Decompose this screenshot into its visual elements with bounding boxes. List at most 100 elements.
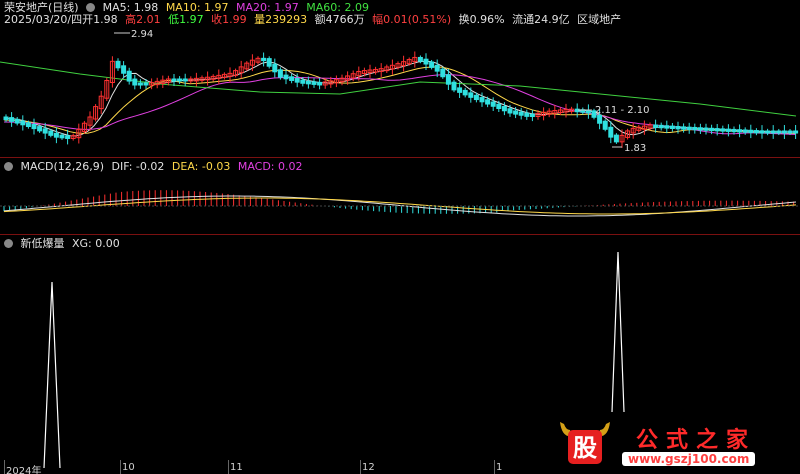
candle-body <box>20 120 26 126</box>
candle-body <box>524 112 530 117</box>
candle-body <box>177 78 183 82</box>
candle-body <box>261 57 267 62</box>
candle-body <box>709 127 715 132</box>
candle-body <box>65 135 71 139</box>
xg-signal-lines <box>43 251 625 469</box>
candle-body <box>669 125 675 129</box>
x-label: 2024年 <box>6 466 42 474</box>
watermark-title: 公式之家 <box>636 428 757 453</box>
candle-body <box>479 97 485 103</box>
candle-body <box>457 87 463 93</box>
candle-body <box>37 126 43 132</box>
candle-body <box>725 128 731 132</box>
candle-body <box>602 120 608 130</box>
macd-settings-circle-icon[interactable] <box>4 162 13 171</box>
stock-chart-window: { "title": "荣安地产(日线)", "ma": {"ma5":"MA5… <box>0 0 800 474</box>
x-tick <box>494 460 495 474</box>
candle-body <box>697 127 703 131</box>
candle-body <box>462 89 468 96</box>
candle-body <box>681 126 687 130</box>
candle-body <box>473 94 479 101</box>
candle-body <box>31 124 37 130</box>
panel-separator-1 <box>0 157 800 158</box>
price-annotations: 2.94 2.11 - 2.10 1.83 <box>114 29 650 154</box>
candle-body <box>305 80 311 85</box>
candle-body <box>266 58 272 67</box>
candle-body <box>501 106 507 112</box>
candle-body <box>468 92 474 98</box>
panel-separator-2 <box>0 234 800 235</box>
candle-body <box>529 113 535 118</box>
indicator-name: 新低爆量 <box>20 237 65 250</box>
candle-body <box>300 79 306 84</box>
candle-body <box>121 65 127 74</box>
ma-lines <box>0 60 797 137</box>
indicator-xg: XG: 0.00 <box>72 237 120 250</box>
macd-dea: DEA: -0.03 <box>171 160 231 173</box>
candle-body <box>585 109 591 114</box>
candle-body <box>283 74 289 80</box>
candle-body <box>765 130 771 134</box>
low-price-label: 1.83 <box>624 143 646 154</box>
candle-body <box>115 60 121 69</box>
candle-body <box>182 78 188 82</box>
candle-body <box>737 129 743 133</box>
candle-body <box>731 128 737 133</box>
high-price-label: 2.94 <box>131 29 153 40</box>
x-tick <box>120 460 121 474</box>
candle-body <box>48 130 54 136</box>
candle-body <box>53 132 59 138</box>
watermark: 股 公式之家 www.gszj100.com <box>556 416 796 470</box>
candle-body <box>653 124 659 128</box>
candle-body <box>597 114 603 124</box>
candle-body <box>42 128 48 134</box>
xg-spike-1 <box>43 281 61 469</box>
candle-body <box>59 134 65 139</box>
candle-body <box>703 127 709 131</box>
candle-body <box>171 78 177 82</box>
candle-body <box>311 81 317 85</box>
x-tick <box>360 460 361 474</box>
candle-body <box>496 103 502 110</box>
candle-body <box>776 130 782 134</box>
indicator-settings-circle-icon[interactable] <box>4 239 13 248</box>
candle-body <box>440 68 446 78</box>
candle-body <box>613 134 619 143</box>
candle-body <box>507 108 513 114</box>
ma-line <box>3 66 797 135</box>
candle-body <box>126 70 132 82</box>
logo-char: 股 <box>573 434 597 462</box>
candle-body <box>317 81 323 86</box>
x-tick <box>228 460 229 474</box>
candle-body <box>692 126 698 131</box>
macd-legend: MACD(12,26,9) DIF: -0.02 DEA: -0.03 MACD… <box>4 160 307 173</box>
candle-body <box>14 118 20 124</box>
candle-body <box>417 56 423 62</box>
candle-body <box>714 128 720 132</box>
candle-body <box>143 82 149 86</box>
ma-line <box>3 74 797 135</box>
mid-range-label: 2.11 - 2.10 <box>595 105 650 116</box>
watermark-url: www.gszj100.com <box>622 452 756 466</box>
candle-body <box>686 126 692 130</box>
candle-body <box>9 117 15 122</box>
candle-body <box>132 78 138 86</box>
candle-body <box>742 129 748 133</box>
candle-body <box>748 129 754 134</box>
x-label: 11 <box>230 462 243 473</box>
candle-body <box>25 122 31 128</box>
candle-body <box>445 74 451 85</box>
candle-body <box>294 77 300 83</box>
candle-body <box>485 99 491 105</box>
candle-body <box>770 130 776 134</box>
candle-body <box>451 81 457 91</box>
candle-body <box>608 126 614 138</box>
macd-value: MACD: 0.02 <box>237 160 303 173</box>
macd-histogram <box>3 190 795 214</box>
candle-body <box>490 101 496 107</box>
candle-body <box>793 130 799 134</box>
ma60-line <box>0 61 797 117</box>
x-tick <box>4 460 5 474</box>
candle-body <box>289 76 295 81</box>
candle-body <box>781 130 787 134</box>
